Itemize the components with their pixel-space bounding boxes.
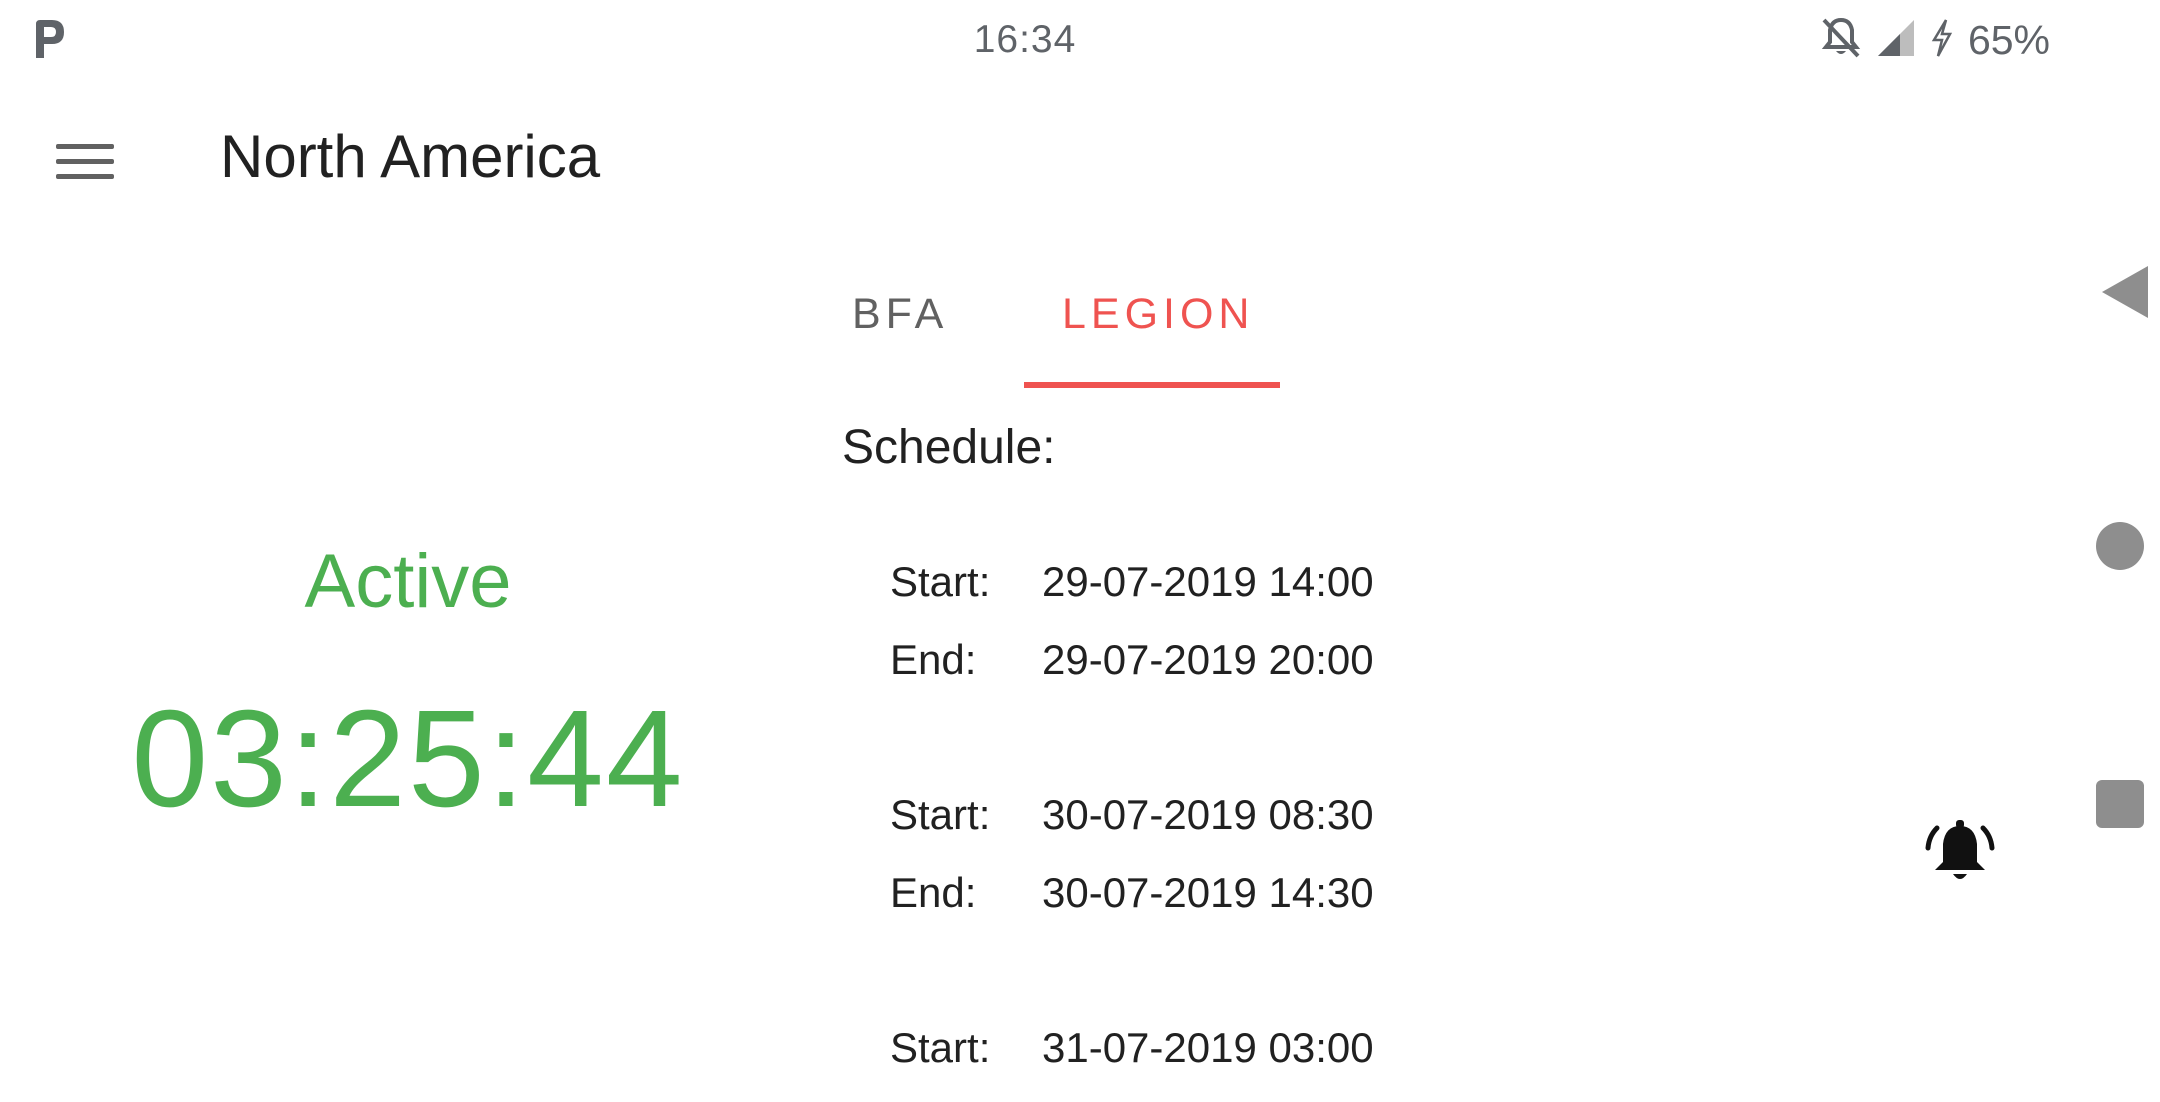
end-label: End: bbox=[890, 869, 977, 916]
status-icons: 65% bbox=[1820, 16, 2050, 65]
tab-legion[interactable]: LEGION bbox=[1062, 290, 1255, 339]
home-icon[interactable] bbox=[2096, 522, 2144, 570]
navigation-bar bbox=[2060, 0, 2160, 1080]
recents-icon[interactable] bbox=[2096, 780, 2144, 828]
back-icon[interactable] bbox=[2096, 262, 2152, 322]
notifications-off-icon bbox=[1820, 16, 1862, 65]
tab-indicator bbox=[1024, 382, 1280, 388]
start-value: 29-07-2019 14:00 bbox=[1042, 558, 1374, 605]
status-time: 16:34 bbox=[973, 18, 1077, 61]
charging-bolt-icon bbox=[1930, 18, 1954, 63]
end-value: 30-07-2019 14:30 bbox=[1042, 869, 1374, 916]
tab-bfa[interactable]: BFA bbox=[852, 290, 948, 339]
alarm-bell-icon[interactable] bbox=[1925, 818, 1995, 890]
start-value: 31-07-2019 03:00 bbox=[1042, 1024, 1374, 1071]
hamburger-menu-icon[interactable] bbox=[40, 126, 130, 196]
schedule-title: Schedule: bbox=[842, 421, 1056, 474]
start-label: Start: bbox=[890, 558, 991, 605]
app-title: North America bbox=[220, 123, 601, 190]
battery-percent: 65% bbox=[1967, 17, 2050, 63]
app-bar: North America bbox=[0, 100, 2060, 220]
start-label: Start: bbox=[890, 1024, 991, 1071]
start-label: Start: bbox=[890, 791, 991, 838]
status-bar: 16:34 65% bbox=[0, 0, 2060, 80]
start-value: 30-07-2019 08:30 bbox=[1042, 791, 1374, 838]
status-label: Active bbox=[304, 539, 512, 624]
countdown-timer: 03:25:44 bbox=[131, 682, 685, 836]
end-label: End: bbox=[890, 636, 977, 683]
end-value: 29-07-2019 20:00 bbox=[1042, 636, 1374, 683]
signal-icon bbox=[1876, 18, 1916, 63]
